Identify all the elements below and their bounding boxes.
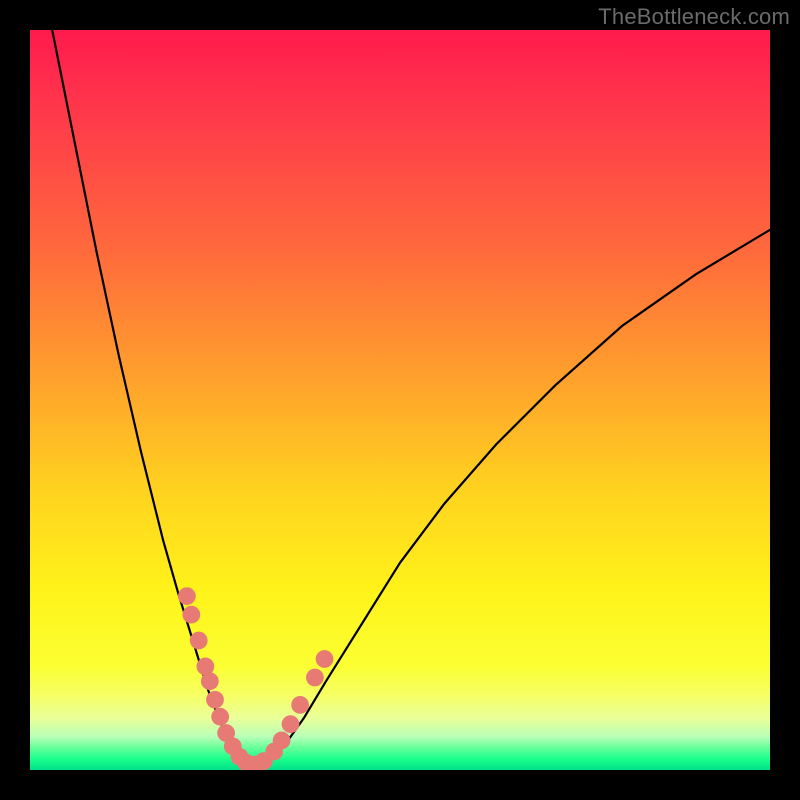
curve-left-branch (52, 30, 252, 770)
dot-left-0 (178, 587, 196, 605)
curve-right-branch (252, 230, 770, 770)
dot-right-1 (273, 732, 291, 750)
dot-left-5 (206, 691, 224, 709)
dot-left-1 (182, 606, 200, 624)
dot-right-5 (316, 650, 334, 668)
dot-right-3 (291, 696, 309, 714)
chart-overlay (30, 30, 770, 770)
dot-right-4 (306, 669, 324, 687)
dot-bottom-4 (255, 752, 273, 770)
curve-group (52, 30, 770, 770)
dot-left-4 (201, 672, 219, 690)
dot-group (178, 587, 333, 770)
dot-left-6 (211, 708, 229, 726)
dot-left-2 (190, 632, 208, 650)
chart-frame: TheBottleneck.com (0, 0, 800, 800)
watermark-text: TheBottleneck.com (598, 4, 790, 30)
dot-right-2 (282, 715, 300, 733)
